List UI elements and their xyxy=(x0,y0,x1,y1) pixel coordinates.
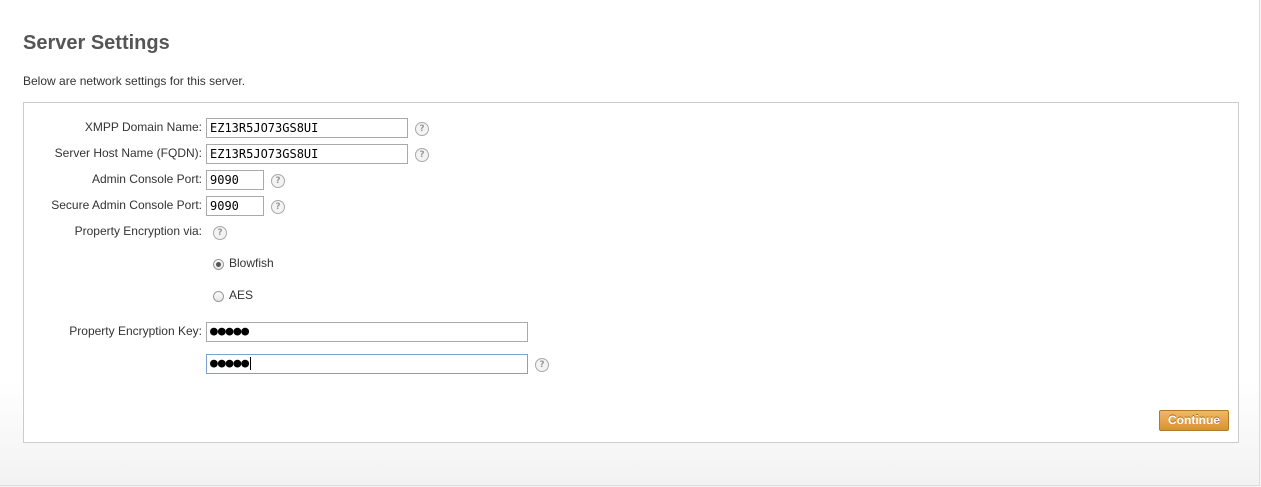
help-icon[interactable]: ? xyxy=(415,148,429,162)
admin-port-input[interactable]: 9090 xyxy=(206,170,264,190)
server-host-label: Server Host Name (FQDN): xyxy=(54,146,202,160)
help-icon[interactable]: ? xyxy=(271,174,285,188)
blowfish-label[interactable]: Blowfish xyxy=(229,256,274,270)
help-icon[interactable]: ? xyxy=(213,226,227,240)
help-icon[interactable]: ? xyxy=(415,122,429,136)
encryption-key-label: Property Encryption Key: xyxy=(69,324,202,338)
settings-panel: XMPP Domain Name: EZ13R5JO73GS8UI ? Serv… xyxy=(23,102,1239,443)
secure-admin-port-label: Secure Admin Console Port: xyxy=(51,198,202,212)
help-icon[interactable]: ? xyxy=(271,200,285,214)
continue-button[interactable]: Continue xyxy=(1159,410,1229,431)
help-icon[interactable]: ? xyxy=(535,358,549,372)
xmpp-domain-input[interactable]: EZ13R5JO73GS8UI xyxy=(206,118,408,138)
admin-port-label: Admin Console Port: xyxy=(91,172,202,186)
page: Server Settings Below are network settin… xyxy=(0,0,1260,486)
blowfish-radio[interactable] xyxy=(213,259,224,270)
page-intro: Below are network settings for this serv… xyxy=(23,74,246,88)
encryption-key-confirm-value: ●●●●● xyxy=(210,356,250,371)
page-title: Server Settings xyxy=(23,32,170,54)
server-host-input[interactable]: EZ13R5JO73GS8UI xyxy=(206,144,408,164)
aes-label[interactable]: AES xyxy=(229,288,253,302)
encryption-via-label: Property Encryption via: xyxy=(74,224,202,238)
encryption-key-confirm-input[interactable]: ●●●●● xyxy=(206,354,528,374)
aes-radio[interactable] xyxy=(213,291,224,302)
text-caret xyxy=(250,357,252,370)
secure-admin-port-input[interactable]: 9090 xyxy=(206,196,264,216)
xmpp-domain-label: XMPP Domain Name: xyxy=(84,120,202,134)
encryption-key-input[interactable]: ●●●●● xyxy=(206,322,528,342)
